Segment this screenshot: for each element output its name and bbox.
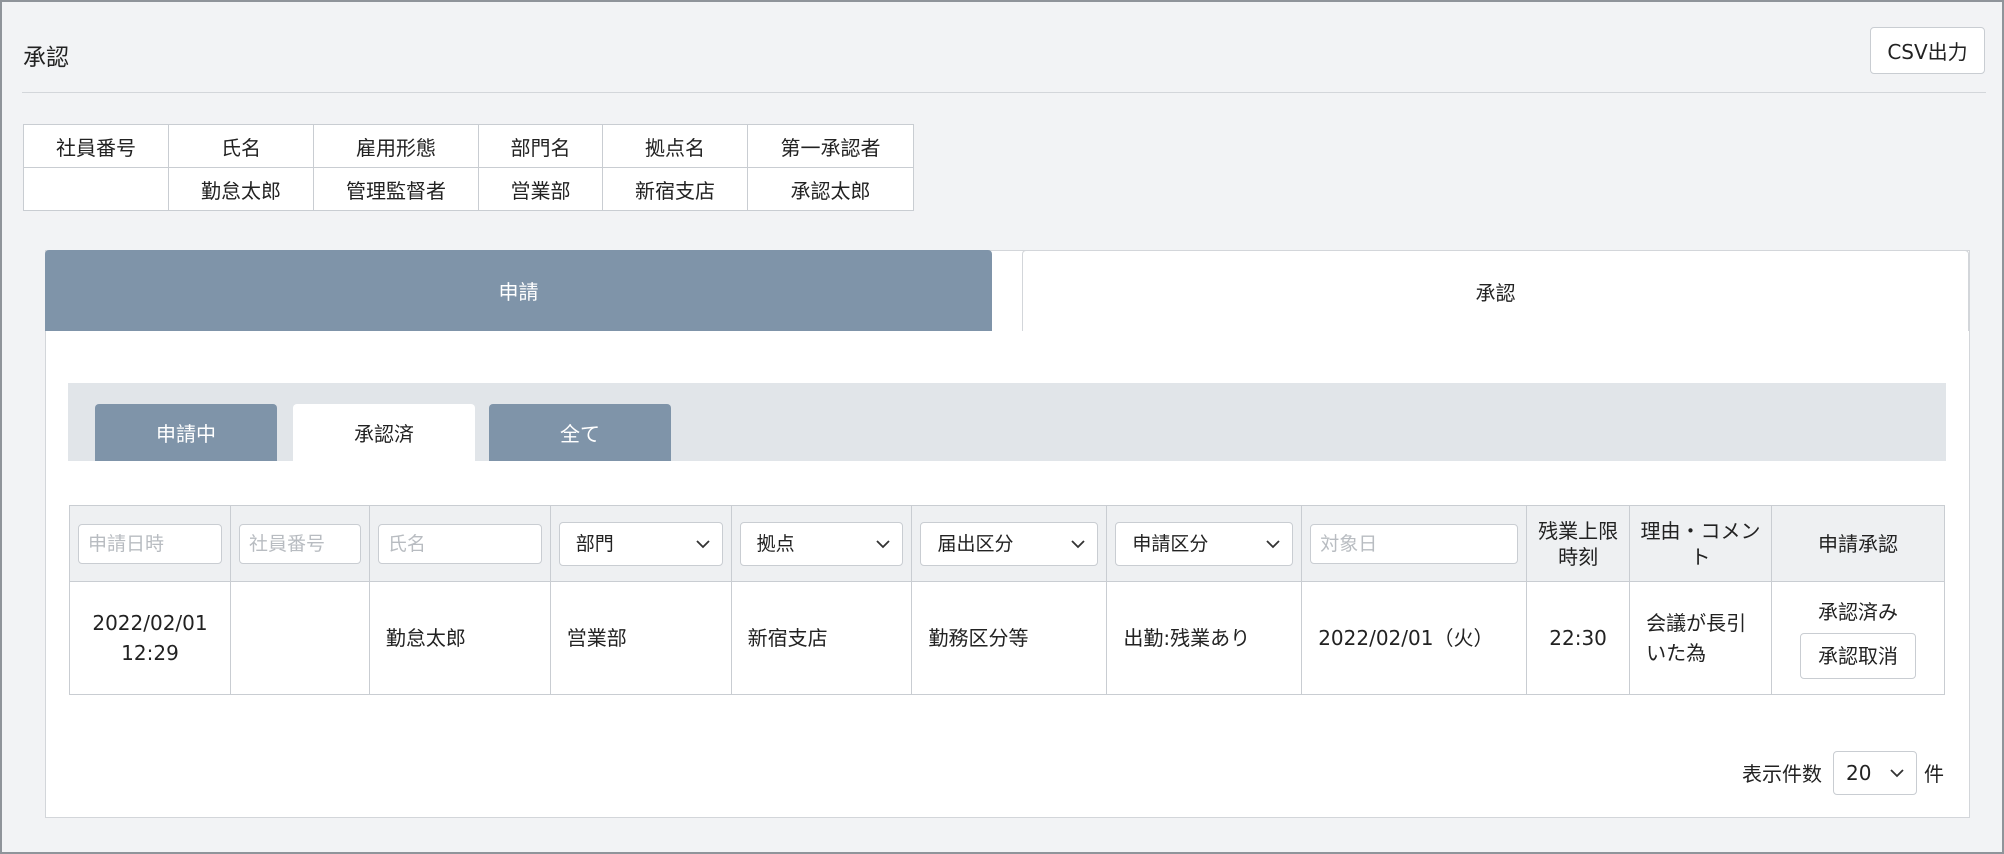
- tab-apply[interactable]: 申請: [45, 250, 992, 331]
- filter-name-input[interactable]: 氏名: [377, 523, 542, 564]
- chevron-down-icon: [1266, 539, 1280, 548]
- info-header-dept: 部門名: [478, 124, 603, 168]
- filter-emp-no-input[interactable]: 社員番号: [238, 523, 361, 564]
- filter-row: 申請日時 社員番号 氏名 部門 拠点 届出区分 申請区分 対象日 残業上限時刻 …: [69, 505, 1946, 582]
- row-time: 12:29: [121, 641, 179, 665]
- tab-approve[interactable]: 承認: [1022, 250, 1969, 331]
- row-reason: 会議が長引いた為: [1629, 581, 1772, 695]
- row-dept: 営業部: [549, 581, 732, 695]
- header-action: 申請承認: [1770, 505, 1946, 582]
- info-value-dept: 営業部: [478, 167, 603, 211]
- info-header-employment-type: 雇用形態: [313, 124, 479, 168]
- row-date: 2022/02/01: [92, 611, 208, 635]
- filter-name-cell: 氏名: [368, 505, 551, 582]
- info-header-approver: 第一承認者: [747, 124, 914, 168]
- info-value-emp-no: [23, 167, 169, 211]
- filter-apply-type-select[interactable]: 申請区分: [1115, 521, 1294, 566]
- filter-site-select[interactable]: 拠点: [739, 521, 904, 566]
- header-overtime-limit: 残業上限時刻: [1526, 505, 1631, 582]
- filter-dept-select[interactable]: 部門: [558, 521, 723, 566]
- row-overtime-limit: 22:30: [1526, 581, 1631, 695]
- filter-notice-type-select[interactable]: 届出区分: [920, 521, 1099, 566]
- filter-target-date-cell: 対象日: [1301, 505, 1528, 582]
- chevron-down-icon: [1071, 539, 1085, 548]
- filter-apply-type-cell: 申請区分: [1106, 505, 1303, 582]
- filter-dept-value: 部門: [575, 532, 614, 555]
- filter-notice-type-cell: 届出区分: [911, 505, 1108, 582]
- header-reason: 理由・コメント: [1629, 505, 1772, 582]
- subtab-all[interactable]: 全て: [489, 404, 671, 461]
- cancel-approval-button[interactable]: 承認取消: [1799, 633, 1916, 679]
- subtab-pending[interactable]: 申請中: [95, 404, 277, 461]
- row-emp-no: [229, 581, 370, 695]
- row-name: 勤怠太郎: [368, 581, 551, 695]
- info-header-name: 氏名: [168, 124, 314, 168]
- row-status: 承認済み: [1817, 600, 1898, 624]
- row-site: 新宿支店: [730, 581, 913, 695]
- subtab-approved[interactable]: 承認済: [293, 404, 475, 461]
- filter-site-cell: 拠点: [730, 505, 913, 582]
- filter-apply-type-value: 申請区分: [1132, 532, 1209, 555]
- row-action-cell: 承認済み 承認取消: [1770, 581, 1946, 695]
- per-page-label: 表示件数: [1742, 762, 1822, 786]
- per-page-select[interactable]: 20: [1833, 751, 1917, 795]
- per-page-unit: 件: [1924, 762, 1944, 786]
- title-divider: [22, 92, 1986, 93]
- row-apply-type: 出勤:残業あり: [1106, 581, 1303, 695]
- row-notice-type: 勤務区分等: [911, 581, 1108, 695]
- table-row: 2022/02/01 12:29 勤怠太郎 営業部 新宿支店 勤務区分等 出勤:残…: [69, 581, 1946, 695]
- filter-notice-type-value: 届出区分: [937, 532, 1014, 555]
- filter-dept-cell: 部門: [549, 505, 732, 582]
- page-title: 承認: [23, 45, 69, 71]
- chevron-down-icon: [695, 539, 710, 548]
- filter-target-date-input[interactable]: 対象日: [1310, 523, 1519, 564]
- filter-date-cell: 申請日時: [69, 505, 231, 582]
- filter-emp-no-cell: 社員番号: [229, 505, 370, 582]
- info-header-emp-no: 社員番号: [23, 124, 169, 168]
- csv-export-button[interactable]: CSV出力: [1870, 27, 1985, 74]
- info-value-approver: 承認太郎: [747, 167, 914, 211]
- info-value-employment-type: 管理監督者: [313, 167, 479, 211]
- per-page-value: 20: [1846, 761, 1872, 785]
- filter-date-input[interactable]: 申請日時: [78, 523, 222, 564]
- chevron-down-icon: [876, 539, 891, 548]
- row-date-link[interactable]: 2022/02/01 12:29: [69, 581, 231, 695]
- info-value-site: 新宿支店: [602, 167, 748, 211]
- info-header-site: 拠点名: [602, 124, 748, 168]
- filter-site-value: 拠点: [756, 532, 795, 555]
- approval-table: 申請日時 社員番号 氏名 部門 拠点 届出区分 申請区分 対象日 残業上限時刻 …: [69, 505, 1946, 695]
- chevron-down-icon: [1890, 769, 1904, 778]
- row-target-date: 2022/02/01（火）: [1301, 581, 1528, 695]
- info-value-name: 勤怠太郎: [168, 167, 314, 211]
- employee-info-table: 社員番号 氏名 雇用形態 部門名 拠点名 第一承認者 勤怠太郎 管理監督者 営業…: [23, 124, 914, 211]
